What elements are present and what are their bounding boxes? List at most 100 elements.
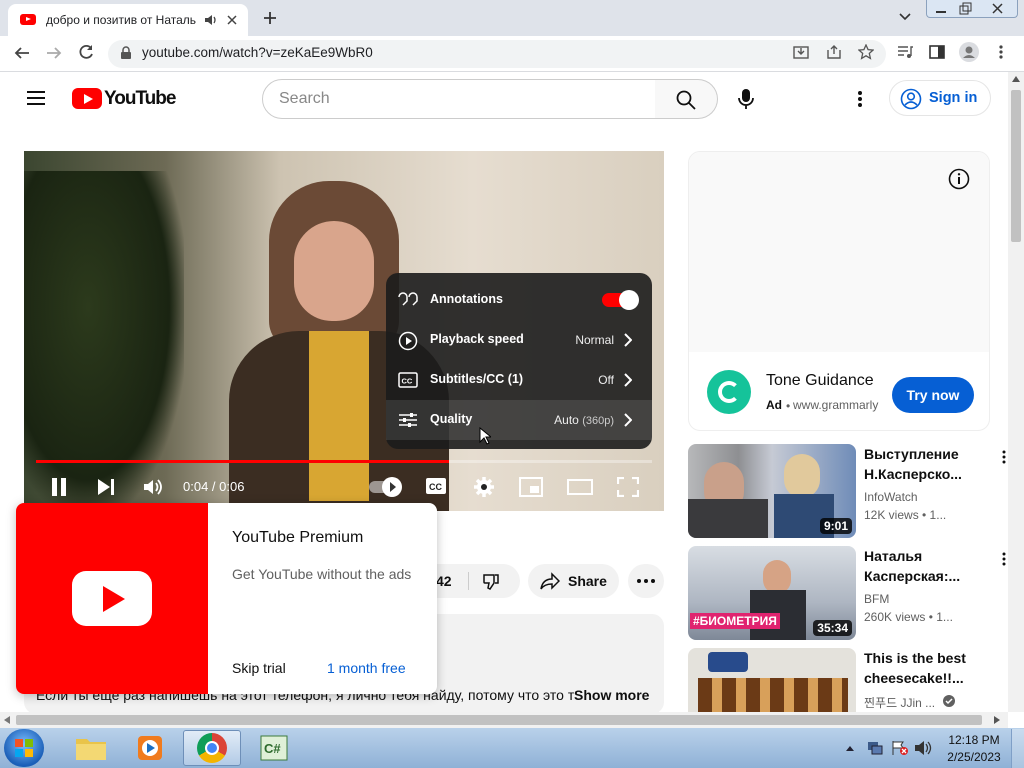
show-hidden-icons-icon[interactable] — [845, 744, 855, 752]
start-button[interactable] — [4, 729, 44, 767]
reload-icon[interactable] — [77, 43, 95, 61]
search-input[interactable]: Search — [262, 79, 656, 119]
menu-label: Quality — [430, 412, 473, 426]
tab-search-icon[interactable] — [898, 12, 912, 22]
taskbar-media-player[interactable] — [122, 730, 180, 766]
mouse-cursor-icon — [479, 427, 491, 445]
taskbar-chrome[interactable] — [183, 730, 241, 766]
skip-trial-button[interactable]: Skip trial — [232, 660, 286, 676]
show-more-link[interactable]: Show more — [574, 687, 649, 703]
free-trial-button[interactable]: 1 month free — [327, 660, 406, 676]
related-channel[interactable]: BFM — [864, 592, 889, 606]
share-page-icon[interactable] — [826, 44, 842, 60]
close-window-icon[interactable] — [991, 2, 1005, 15]
settings-more-icon[interactable] — [857, 90, 863, 108]
forward-icon[interactable] — [45, 44, 63, 62]
horizontal-scrollbar[interactable] — [0, 712, 1008, 728]
ad-card[interactable]: Tone Guidance Ad • www.grammarly Try now — [688, 151, 990, 431]
side-panel-icon[interactable] — [929, 44, 945, 60]
related-thumbnail[interactable]: #БИОМЕТРИЯ 35:34 — [688, 546, 856, 640]
lock-icon[interactable] — [120, 46, 132, 60]
info-icon[interactable] — [948, 168, 970, 190]
next-icon[interactable] — [96, 477, 116, 497]
menu-value: Normal — [575, 333, 614, 347]
fullscreen-icon[interactable] — [617, 477, 639, 497]
more-horizontal-icon — [637, 579, 655, 583]
scroll-thumb-horizontal[interactable] — [16, 715, 982, 725]
related-title[interactable]: Наталья Касперская:... — [864, 546, 1004, 586]
menu-item-quality[interactable]: Quality Auto (360p) — [386, 400, 652, 440]
related-thumbnail[interactable] — [688, 648, 856, 714]
autoplay-toggle[interactable] — [369, 477, 402, 497]
profile-icon[interactable] — [959, 42, 979, 62]
related-channel[interactable]: 찐푸드 JJin ... — [864, 694, 935, 711]
related-title[interactable]: This is the best cheesecake!!... — [864, 648, 1004, 688]
youtube-play-icon — [72, 571, 152, 626]
taskbar-csharp[interactable]: C# — [245, 730, 303, 766]
browser-tab[interactable]: добро и позитив от Натальи — [8, 4, 248, 36]
scroll-left-arrow[interactable] — [4, 716, 10, 724]
like-count[interactable]: 42 — [436, 573, 452, 589]
install-app-icon[interactable] — [793, 44, 809, 60]
vertical-scrollbar[interactable] — [1008, 72, 1024, 712]
subtitles-icon[interactable]: CC — [425, 477, 447, 495]
video-banner: #БИОМЕТРИЯ — [690, 613, 780, 629]
new-tab-icon[interactable] — [262, 10, 278, 26]
sign-in-button[interactable]: Sign in — [889, 80, 991, 116]
ad-domain: www.grammarly — [793, 398, 879, 412]
browser-menu-icon[interactable] — [998, 44, 1004, 60]
media-control-icon[interactable] — [897, 44, 913, 60]
try-now-button[interactable]: Try now — [892, 377, 974, 413]
hamburger-menu-icon[interactable] — [26, 90, 46, 106]
clock-date[interactable]: 2/25/2023 — [945, 750, 1003, 764]
more-options-icon[interactable] — [1002, 552, 1006, 566]
scroll-thumb[interactable] — [1011, 90, 1021, 242]
quality-sliders-icon — [399, 413, 417, 427]
restore-icon[interactable] — [959, 2, 972, 15]
premium-popup: YouTube Premium Get YouTube without the … — [16, 503, 437, 694]
ad-media — [689, 152, 989, 352]
premium-banner — [16, 503, 208, 694]
menu-item-subtitles[interactable]: CC Subtitles/CC (1) Off — [386, 360, 652, 400]
related-thumbnail[interactable]: 9:01 — [688, 444, 856, 538]
taskbar-explorer[interactable] — [62, 730, 120, 766]
more-options-icon[interactable] — [1002, 450, 1006, 464]
related-channel[interactable]: InfoWatch — [864, 490, 918, 504]
menu-item-annotations[interactable]: Annotations — [386, 280, 652, 320]
scroll-up-arrow[interactable] — [1012, 76, 1020, 82]
related-title[interactable]: Выступление Н.Касперско... — [864, 444, 1004, 484]
clock-time[interactable]: 12:18 PM — [948, 733, 1000, 747]
voice-search-icon[interactable] — [738, 88, 754, 110]
dislike-icon[interactable] — [482, 572, 500, 590]
back-icon[interactable] — [13, 44, 31, 62]
volume-tray-icon[interactable] — [914, 740, 932, 756]
volume-icon[interactable] — [142, 476, 164, 498]
menu-item-playback-speed[interactable]: Playback speed Normal — [386, 320, 652, 360]
minimize-icon[interactable] — [935, 6, 947, 14]
scroll-right-arrow[interactable] — [994, 716, 1000, 724]
share-button[interactable]: Share — [528, 564, 619, 598]
action-center-flag-icon[interactable] — [891, 740, 909, 756]
audio-playing-icon[interactable] — [204, 13, 218, 27]
settings-gear-icon[interactable] — [473, 476, 495, 498]
progress-played — [36, 460, 449, 463]
youtube-logo[interactable]: YouTube — [72, 88, 176, 110]
settings-menu: Annotations Playback speed Normal CC Sub… — [386, 273, 652, 449]
network-icon[interactable] — [866, 740, 884, 756]
show-desktop-button[interactable] — [1011, 729, 1024, 768]
search-button[interactable] — [655, 79, 718, 119]
annotations-toggle[interactable] — [602, 290, 639, 310]
miniplayer-icon[interactable] — [519, 477, 543, 497]
pause-icon[interactable] — [50, 477, 68, 497]
chevron-right-icon — [624, 373, 632, 387]
csharp-app-icon: C# — [260, 735, 288, 761]
bookmark-star-icon[interactable] — [858, 44, 874, 60]
playback-speed-icon — [398, 331, 418, 351]
theater-mode-icon[interactable] — [567, 479, 593, 495]
related-meta: 260K views • 1... — [864, 610, 953, 624]
close-tab-icon[interactable] — [226, 14, 238, 26]
share-icon — [540, 572, 560, 590]
video-duration: 9:01 — [819, 518, 852, 534]
more-actions-button[interactable] — [628, 564, 664, 598]
progress-track[interactable] — [36, 460, 652, 463]
